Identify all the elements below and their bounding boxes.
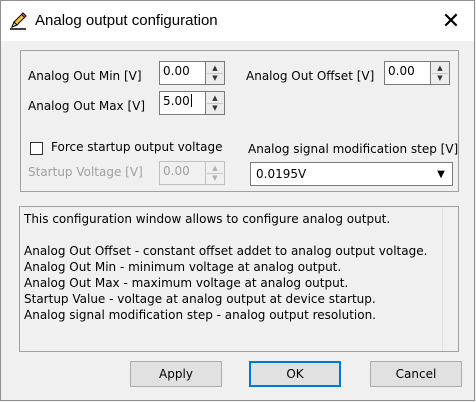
ok-button[interactable]: OK [249,361,341,387]
apply-button[interactable]: Apply [130,361,222,387]
text-cursor [190,94,192,107]
out-max-arrows: ▲ ▼ [205,91,225,115]
startup-voltage-arrows: ▲ ▼ [205,161,225,185]
out-min-arrows: ▲ ▼ [205,61,225,85]
chevron-down-icon[interactable]: ▼ [432,165,450,183]
startup-voltage-input: 0.00 [159,161,205,185]
info-textarea[interactable]: This configuration window allows to conf… [19,206,459,352]
out-max-value: 5.00 [163,94,190,108]
title-bar[interactable]: Analog output configuration ✕ [1,1,474,41]
spin-down-icon: ▼ [212,173,218,182]
vertical-scrollbar[interactable] [442,207,458,351]
out-max-label: Analog Out Max [V] [28,99,146,113]
out-min-input[interactable]: 0.00 [159,61,205,85]
close-icon[interactable]: ✕ [428,1,474,41]
out-offset-label: Analog Out Offset [V] [246,69,375,83]
force-startup-label[interactable]: Force startup output voltage [51,140,223,154]
dialog-window: Analog output configuration ✕ Analog Out… [0,0,475,401]
out-min-label: Analog Out Min [V] [28,69,142,83]
out-offset-input[interactable]: 0.00 [384,61,430,85]
spin-down-icon[interactable]: ▼ [432,73,448,83]
window-title: Analog output configuration [35,12,218,29]
out-offset-spinner[interactable]: 0.00 ▲ ▼ [384,61,450,85]
startup-voltage-spinner: 0.00 ▲ ▼ [159,161,225,185]
info-text: This configuration window allows to conf… [24,212,428,322]
out-max-spinner[interactable]: 5.00 ▲ ▼ [159,91,225,115]
out-max-input[interactable]: 5.00 [159,91,205,115]
spin-down-icon[interactable]: ▼ [207,73,223,83]
out-offset-arrows: ▲ ▼ [430,61,450,85]
spin-down-icon[interactable]: ▼ [207,103,223,113]
mod-step-select[interactable]: 0.0195V ▼ [250,162,453,186]
mod-step-value: 0.0195V [256,167,307,181]
startup-voltage-label: Startup Voltage [V] [28,165,143,179]
force-startup-checkbox[interactable] [30,142,43,155]
pencil-icon [8,11,28,31]
mod-step-label: Analog signal modification step [V] [248,142,459,156]
cancel-button[interactable]: Cancel [370,361,462,387]
out-min-spinner[interactable]: 0.00 ▲ ▼ [159,61,225,85]
